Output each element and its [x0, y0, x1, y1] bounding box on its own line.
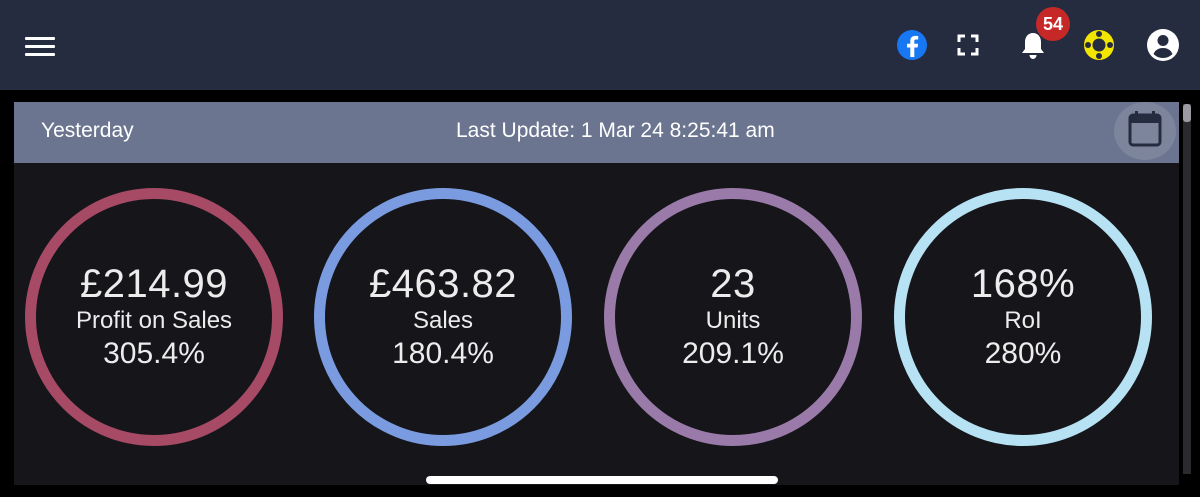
kpi-label: Profit on Sales [75, 307, 233, 334]
kpi-change: 209.1% [682, 337, 784, 370]
calendar-icon [1128, 111, 1162, 147]
lifebuoy-icon [1084, 30, 1114, 60]
kpi-value: 23 [710, 262, 756, 306]
hamburger-menu-icon-bar [25, 45, 55, 48]
scrollbar-thumb[interactable] [1183, 104, 1191, 122]
home-indicator[interactable] [426, 476, 778, 484]
hamburger-menu-icon [25, 37, 55, 40]
kpi-value: £463.82 [368, 262, 518, 306]
account-circle-icon [1147, 29, 1179, 61]
menu-button[interactable] [20, 26, 60, 66]
kpi-value: £214.99 [79, 262, 229, 306]
calendar-button[interactable] [1114, 102, 1176, 160]
kpi-label: RoI [1004, 307, 1042, 334]
kpi-sales-content: £463.82 Sales 180.4% [325, 199, 561, 435]
kpi-sales[interactable]: £463.82 Sales 180.4% [314, 188, 572, 446]
account-button[interactable] [1143, 25, 1183, 65]
support-button[interactable] [1079, 25, 1119, 65]
fullscreen-button[interactable] [948, 25, 988, 65]
kpi-units-content: 23 Units 209.1% [615, 199, 851, 435]
kpi-roi[interactable]: 168% RoI 280% [894, 188, 1152, 446]
kpi-label: Sales [412, 307, 474, 334]
last-update-text: Last Update: 1 Mar 24 8:25:41 am [456, 119, 775, 142]
kpi-units[interactable]: 23 Units 209.1% [604, 188, 862, 446]
kpi-label: Units [705, 307, 761, 334]
period-label: Yesterday [41, 119, 134, 142]
kpi-change: 305.4% [103, 337, 205, 370]
kpi-profit-on-sales[interactable]: £214.99 Profit on Sales 305.4% [25, 188, 283, 446]
fullscreen-icon [957, 34, 979, 56]
kpi-roi-content: 168% RoI 280% [905, 199, 1141, 435]
vertical-scrollbar[interactable] [1183, 104, 1191, 474]
kpi-value: 168% [970, 262, 1076, 306]
hamburger-menu-icon-bar [25, 53, 55, 56]
facebook-button[interactable] [892, 25, 932, 65]
summary-card-header: Yesterday Last Update: 1 Mar 24 8:25:41 … [14, 102, 1179, 163]
notifications-count-badge: 54 [1036, 7, 1070, 41]
facebook-icon [897, 30, 927, 60]
kpi-change: 280% [984, 337, 1062, 370]
kpi-profit-on-sales-content: £214.99 Profit on Sales 305.4% [36, 199, 272, 435]
kpi-change: 180.4% [392, 337, 494, 370]
top-app-bar: 54 [0, 0, 1200, 90]
